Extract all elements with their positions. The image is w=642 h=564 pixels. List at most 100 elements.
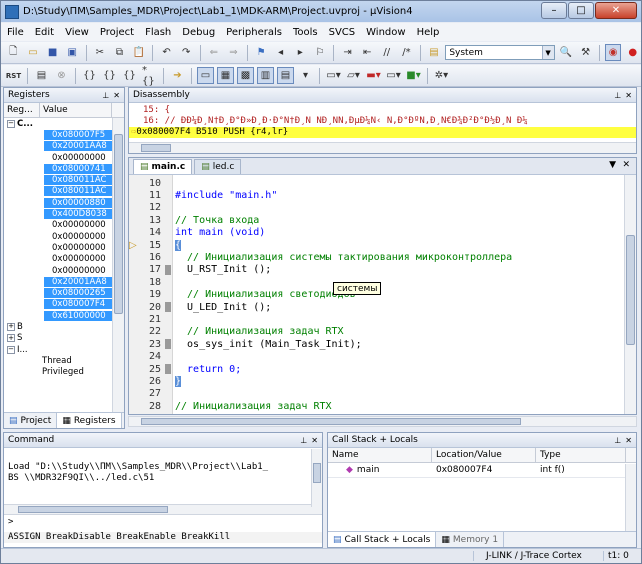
- find-icon[interactable]: 🔍: [558, 44, 575, 61]
- paste-icon[interactable]: 📋: [131, 44, 148, 61]
- code-line[interactable]: 14 int main (void): [129, 227, 624, 239]
- watch-windows-icon[interactable]: ▾: [297, 67, 314, 84]
- call-stack-window-icon[interactable]: ▤: [277, 67, 294, 84]
- code-line[interactable]: 23 os_sys_init (Main_Task_Init);: [129, 338, 624, 350]
- value-column-header[interactable]: Value: [40, 103, 112, 117]
- scrollbar-thumb[interactable]: [313, 463, 321, 483]
- close-panel-icon[interactable]: ✕: [625, 91, 632, 100]
- executable-line-marker[interactable]: [165, 302, 171, 313]
- scrollbar-thumb[interactable]: [141, 418, 521, 425]
- code-line[interactable]: 25 return 0;: [129, 363, 624, 375]
- menu-peripherals[interactable]: Peripherals: [226, 27, 282, 38]
- close-panel-icon[interactable]: ✕: [625, 436, 632, 445]
- system-viewer-icon[interactable]: ■▾: [405, 67, 422, 84]
- register-value[interactable]: 0x00000000: [44, 232, 112, 242]
- register-row[interactable]: 0x00000000: [4, 152, 124, 163]
- register-row[interactable]: 0x00000000: [4, 242, 124, 253]
- menu-flash[interactable]: Flash: [145, 27, 171, 38]
- register-value[interactable]: 0x080007F5: [44, 129, 112, 140]
- save-all-icon[interactable]: ▣: [64, 44, 81, 61]
- save-icon[interactable]: ■: [44, 44, 61, 61]
- comment-icon[interactable]: //: [378, 44, 395, 61]
- scrollbar-thumb[interactable]: [141, 144, 171, 152]
- code-line[interactable]: 24: [129, 351, 624, 363]
- register-row[interactable]: 0x20001AA8: [4, 276, 124, 287]
- registers-scrollbar[interactable]: [112, 118, 124, 412]
- close-panel-icon[interactable]: ✕: [311, 436, 318, 445]
- code-line[interactable]: 12: [129, 202, 624, 214]
- cut-icon[interactable]: ✂: [91, 44, 108, 61]
- command-input[interactable]: >: [4, 517, 322, 528]
- bookmark-icon[interactable]: ⚑: [253, 44, 270, 61]
- prev-bookmark-icon[interactable]: ◂: [272, 44, 289, 61]
- scrollbar-thumb[interactable]: [114, 134, 123, 314]
- code-line[interactable]: 28 // Инициализация задач RTX: [129, 400, 624, 412]
- register-value[interactable]: 0x00000880: [44, 197, 112, 208]
- code-line[interactable]: 21: [129, 313, 624, 325]
- registers-window-icon[interactable]: ▥: [257, 67, 274, 84]
- pin-icon[interactable]: ⊥: [300, 436, 307, 445]
- register-value[interactable]: 0x400D8038: [44, 209, 112, 220]
- scrollbar-thumb[interactable]: [18, 506, 168, 513]
- register-row[interactable]: 0x08000741: [4, 163, 124, 174]
- register-column-header[interactable]: Reg...: [4, 103, 40, 117]
- name-column-header[interactable]: Name: [328, 448, 432, 462]
- callstack-vscrollbar[interactable]: [625, 464, 636, 531]
- find-in-files-icon[interactable]: ▤: [426, 44, 443, 61]
- register-value[interactable]: 0x080011AC: [44, 186, 112, 197]
- navigate-forward-icon[interactable]: ⇒: [225, 44, 242, 61]
- editor-scrollbar[interactable]: [624, 175, 636, 414]
- type-column-header[interactable]: Type: [536, 448, 626, 462]
- menu-tools[interactable]: Tools: [293, 27, 318, 38]
- code-line[interactable]: ▷ 15{: [129, 239, 624, 251]
- register-value[interactable]: 0x20001AA8: [44, 141, 112, 152]
- menu-debug[interactable]: Debug: [182, 27, 215, 38]
- code-line[interactable]: 22 // Инициализация задач RTX: [129, 326, 624, 338]
- register-row[interactable]: 0x00000000: [4, 265, 124, 276]
- disassembly-window-icon[interactable]: ▦: [217, 67, 234, 84]
- collapse-icon[interactable]: −: [7, 119, 15, 128]
- undo-icon[interactable]: ↶: [158, 44, 175, 61]
- clear-bookmarks-icon[interactable]: ⚐: [312, 44, 329, 61]
- insert-breakpoint-icon[interactable]: ●: [624, 44, 641, 61]
- executable-line-marker[interactable]: [165, 264, 171, 275]
- menu-help[interactable]: Help: [417, 27, 440, 38]
- register-value[interactable]: 0x080007F4: [44, 299, 112, 310]
- register-row[interactable]: 0x00000000: [4, 220, 124, 231]
- trace-windows-icon[interactable]: ▭▾: [385, 67, 402, 84]
- register-row[interactable]: 0x080007F5: [4, 129, 124, 140]
- menu-file[interactable]: File: [7, 27, 24, 38]
- run-to-cursor-icon[interactable]: *{}: [141, 65, 158, 87]
- debug-session-icon[interactable]: ◉: [604, 44, 622, 61]
- register-row[interactable]: 0x080011AC: [4, 174, 124, 186]
- register-row[interactable]: 0x61000000: [4, 310, 124, 321]
- pin-icon[interactable]: ⊥: [614, 436, 621, 445]
- open-file-icon[interactable]: ▭: [25, 44, 42, 61]
- register-value[interactable]: 0x00000000: [44, 266, 112, 276]
- run-icon[interactable]: ▤: [33, 67, 50, 84]
- register-value[interactable]: 0x00000000: [44, 243, 112, 253]
- menu-view[interactable]: View: [65, 27, 89, 38]
- register-row[interactable]: 0x00000880: [4, 197, 124, 208]
- copy-icon[interactable]: ⧉: [111, 44, 128, 61]
- command-vscrollbar[interactable]: [311, 449, 322, 507]
- serial-windows-icon[interactable]: ▱▾: [345, 67, 362, 84]
- memory-windows-icon[interactable]: ▭▾: [325, 67, 342, 84]
- code-line[interactable]: 27: [129, 388, 624, 400]
- close-button[interactable]: ✕: [595, 2, 637, 19]
- step-over-icon[interactable]: {}: [101, 67, 118, 84]
- disassembly-current-instruction[interactable]: ⇨0x080007F4 B510 PUSH {r4,lr}: [129, 127, 636, 138]
- incremental-find-icon[interactable]: ⚒: [577, 44, 594, 61]
- show-next-statement-icon[interactable]: ➔: [169, 67, 186, 84]
- command-window-icon[interactable]: ▭: [197, 67, 214, 84]
- code-line[interactable]: 13 // Точка входа: [129, 214, 624, 226]
- navigate-back-icon[interactable]: ⇐: [206, 44, 223, 61]
- new-file-icon[interactable]: 🗋: [5, 44, 22, 61]
- toolbox-icon[interactable]: ✲▾: [433, 67, 450, 84]
- command-hscrollbar[interactable]: [4, 504, 322, 515]
- disassembly-hscrollbar[interactable]: [129, 142, 636, 153]
- analysis-windows-icon[interactable]: ▬▾: [365, 67, 382, 84]
- stop-icon[interactable]: ⊗: [53, 67, 70, 84]
- collapse-icon[interactable]: −: [7, 345, 15, 354]
- tab-led-c[interactable]: ▤ led.c: [194, 159, 242, 174]
